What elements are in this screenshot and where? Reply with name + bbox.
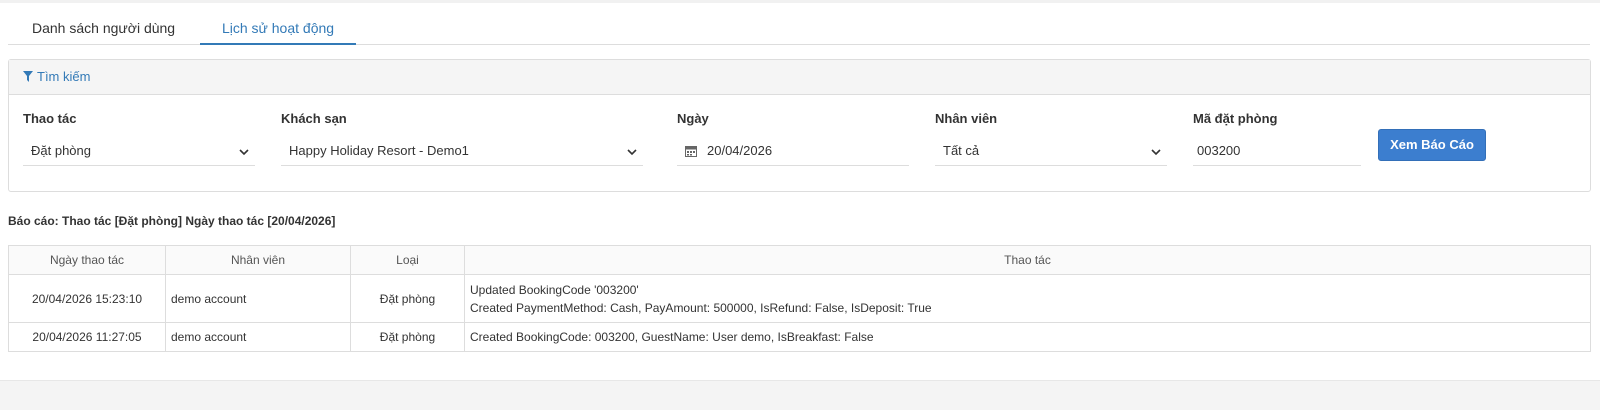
search-panel-header[interactable]: Tìm kiếm [9, 60, 1590, 95]
tab-user-list[interactable]: Danh sách người dùng [8, 14, 198, 45]
calendar-icon [685, 143, 697, 158]
table-row: 20/04/2026 11:27:05 demo account Đặt phò… [8, 322, 1591, 352]
tab-bar: Danh sách người dùng Lịch sử hoạt động [8, 14, 1590, 45]
staff-label: Nhân viên [935, 111, 998, 126]
chevron-down-icon [1151, 136, 1161, 166]
column-header-type: Loại [350, 245, 465, 275]
chevron-down-icon [239, 136, 249, 166]
action-line: Updated BookingCode '003200' [470, 282, 639, 297]
action-line: Created PaymentMethod: Cash, PayAmount: … [470, 300, 932, 315]
row-date: 20/04/2026 11:27:05 [8, 322, 166, 352]
booking-code-value: 003200 [1197, 143, 1241, 158]
chevron-down-icon [627, 136, 637, 166]
table-header-row: Ngày thao tác Nhân viên Loại Thao tác [8, 245, 1591, 275]
action-line: Created BookingCode: 003200, GuestName: … [470, 330, 874, 344]
search-panel-title: Tìm kiếm [37, 69, 91, 84]
hotel-value: Happy Holiday Resort - Demo1 [289, 143, 469, 158]
action-select[interactable]: Đặt phòng [23, 136, 255, 166]
row-actions: Updated BookingCode '003200' Created Pay… [464, 274, 1591, 323]
staff-select[interactable]: Tất cả [935, 136, 1167, 166]
date-input[interactable]: 20/04/2026 [677, 136, 909, 166]
staff-field: Nhân viên Tất cả [935, 110, 1167, 166]
booking-code-field: Mã đặt phòng 003200 [1193, 110, 1361, 166]
row-staff: demo account [165, 322, 351, 352]
action-label: Thao tác [23, 111, 77, 126]
view-report-button[interactable]: Xem Báo Cáo [1378, 129, 1486, 161]
action-field: Thao tác Đặt phòng [23, 110, 255, 166]
hotel-select[interactable]: Happy Holiday Resort - Demo1 [281, 136, 643, 166]
column-header-staff: Nhân viên [165, 245, 351, 275]
booking-code-label: Mã đặt phòng [1193, 111, 1278, 126]
report-title: Báo cáo: Thao tác [Đặt phòng] Ngày thao … [8, 214, 336, 228]
row-actions: Created BookingCode: 003200, GuestName: … [464, 322, 1591, 352]
date-field: Ngày 20/04/2026 [677, 110, 909, 166]
column-header-date: Ngày thao tác [8, 245, 166, 275]
row-type: Đặt phòng [350, 322, 465, 352]
row-type: Đặt phòng [350, 274, 465, 323]
booking-code-input[interactable]: 003200 [1193, 136, 1361, 166]
row-date: 20/04/2026 15:23:10 [8, 274, 166, 323]
search-panel: Tìm kiếm Thao tác Đặt phòng Khách sạn Ha… [8, 59, 1591, 192]
table-row: 20/04/2026 15:23:10 demo account Đặt phò… [8, 274, 1591, 323]
footer-band [0, 380, 1600, 410]
date-value: 20/04/2026 [707, 143, 773, 158]
staff-value: Tất cả [943, 143, 980, 158]
date-label: Ngày [677, 111, 709, 126]
activity-table: Ngày thao tác Nhân viên Loại Thao tác 20… [8, 245, 1591, 352]
action-value: Đặt phòng [31, 143, 91, 158]
hotel-label: Khách sạn [281, 111, 347, 126]
top-divider [0, 0, 1600, 3]
column-header-action: Thao tác [464, 245, 1591, 275]
hotel-field: Khách sạn Happy Holiday Resort - Demo1 [281, 110, 643, 166]
tab-activity-history[interactable]: Lịch sử hoạt động [200, 14, 356, 45]
row-staff: demo account [165, 274, 351, 323]
filter-icon [23, 69, 37, 84]
